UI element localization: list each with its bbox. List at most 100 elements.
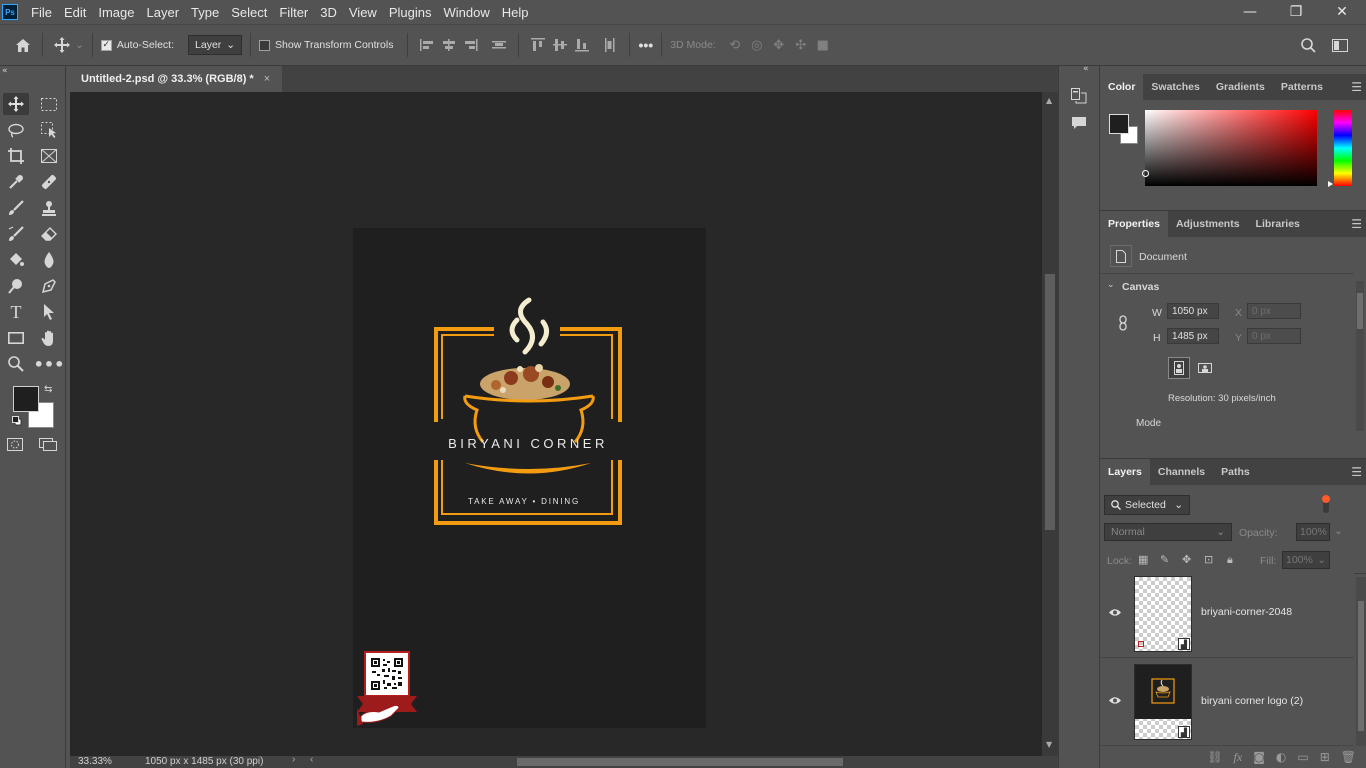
- 3d-scale-icon[interactable]: ■: [812, 34, 834, 56]
- history-panel-icon[interactable]: [1071, 88, 1087, 107]
- hue-slider-handle[interactable]: [1328, 181, 1333, 187]
- paint-bucket-tool-icon[interactable]: [3, 249, 29, 271]
- canvas-y-input[interactable]: 0 px: [1247, 328, 1301, 344]
- search-icon[interactable]: [1298, 35, 1318, 55]
- canvas-x-input[interactable]: 0 px: [1247, 303, 1301, 319]
- default-colors-icon[interactable]: [12, 416, 22, 426]
- marquee-tool-icon[interactable]: [36, 93, 62, 115]
- frame-tool-icon[interactable]: [36, 145, 62, 167]
- foreground-color-swatch[interactable]: [13, 386, 39, 412]
- menu-layer[interactable]: Layer: [141, 5, 186, 20]
- tab-swatches[interactable]: Swatches: [1143, 74, 1207, 100]
- adjustment-layer-icon[interactable]: ◐: [1276, 750, 1286, 764]
- lock-image-icon[interactable]: ✎: [1160, 553, 1169, 566]
- close-window-button[interactable]: ✕: [1319, 0, 1365, 24]
- tab-libraries[interactable]: Libraries: [1248, 211, 1308, 237]
- show-transform-checkbox[interactable]: [259, 39, 271, 51]
- dodge-tool-icon[interactable]: [3, 275, 29, 297]
- close-tab-icon[interactable]: ×: [264, 73, 270, 85]
- align-left-icon[interactable]: [416, 34, 438, 56]
- align-right-icon[interactable]: [460, 34, 482, 56]
- object-selection-tool-icon[interactable]: [36, 119, 62, 141]
- align-top-icon[interactable]: [527, 34, 549, 56]
- link-dimensions-icon[interactable]: [1118, 315, 1128, 331]
- chevron-down-icon[interactable]: ⌄: [1334, 525, 1343, 537]
- 3d-orbit-icon[interactable]: ⟲: [724, 34, 746, 56]
- path-selection-tool-icon[interactable]: [36, 301, 62, 323]
- fill-input[interactable]: 100% ⌄: [1282, 551, 1330, 569]
- menu-view[interactable]: View: [343, 5, 383, 20]
- workspace-icon[interactable]: [1329, 35, 1353, 55]
- tab-paths[interactable]: Paths: [1213, 459, 1258, 485]
- restore-button[interactable]: ❐: [1273, 0, 1319, 24]
- more-options-icon[interactable]: •••: [638, 37, 653, 53]
- delete-layer-icon[interactable]: 🗑︎: [1341, 750, 1356, 764]
- menu-image[interactable]: Image: [92, 5, 140, 20]
- layer-row[interactable]: ▟ briyani-corner-2048: [1100, 570, 1354, 658]
- expand-panels-icon[interactable]: «: [1083, 64, 1089, 74]
- menu-window[interactable]: Window: [437, 5, 495, 20]
- eraser-tool-icon[interactable]: [36, 223, 62, 245]
- landscape-orientation-button[interactable]: [1194, 357, 1216, 379]
- align-bottom-icon[interactable]: [571, 34, 593, 56]
- distribute-vertical-icon[interactable]: [488, 34, 510, 56]
- scroll-up-icon[interactable]: ▲: [1046, 96, 1052, 105]
- move-tool-preset-icon[interactable]: [51, 34, 73, 56]
- layers-scrollbar[interactable]: [1356, 577, 1366, 747]
- visibility-eye-icon[interactable]: [1108, 606, 1122, 620]
- tab-adjustments[interactable]: Adjustments: [1168, 211, 1248, 237]
- opacity-input[interactable]: 100%: [1296, 523, 1330, 541]
- blend-mode-dropdown[interactable]: Normal ⌄: [1104, 523, 1232, 541]
- zoom-tool-icon[interactable]: [3, 353, 29, 375]
- zoom-level[interactable]: 33.33%: [78, 756, 112, 767]
- document-tab[interactable]: Untitled-2.psd @ 33.3% (RGB/8) * ×: [70, 66, 282, 92]
- menu-plugins[interactable]: Plugins: [383, 5, 438, 20]
- tab-gradients[interactable]: Gradients: [1208, 74, 1273, 100]
- layer-row[interactable]: ▟ biryani corner logo (2): [1100, 658, 1354, 746]
- layer-name[interactable]: briyani-corner-2048: [1201, 606, 1292, 618]
- color-picker-handle[interactable]: [1142, 170, 1149, 177]
- menu-filter[interactable]: Filter: [273, 5, 314, 20]
- tab-color[interactable]: Color: [1100, 74, 1144, 100]
- canvas-width-input[interactable]: 1050 px: [1167, 303, 1219, 319]
- color-field[interactable]: [1142, 110, 1317, 186]
- panel-menu-icon[interactable]: ☰: [1351, 465, 1362, 479]
- lock-all-icon[interactable]: 🔒︎: [1227, 553, 1233, 567]
- visibility-eye-icon[interactable]: [1108, 694, 1122, 708]
- blur-tool-icon[interactable]: [36, 249, 62, 271]
- clone-stamp-tool-icon[interactable]: [36, 197, 62, 219]
- move-tool-icon[interactable]: [3, 93, 29, 115]
- tab-properties[interactable]: Properties: [1100, 211, 1168, 237]
- layer-filter-dropdown[interactable]: Selected ⌄: [1104, 495, 1190, 515]
- new-layer-icon[interactable]: ⊞: [1320, 750, 1330, 764]
- brush-tool-icon[interactable]: [3, 197, 29, 219]
- canvas-height-input[interactable]: 1485 px: [1167, 328, 1219, 344]
- 3d-roll-icon[interactable]: ◎: [746, 34, 768, 56]
- chevron-down-icon[interactable]: ⌄: [75, 39, 84, 51]
- align-center-icon[interactable]: [438, 34, 460, 56]
- color-panel-fg-swatch[interactable]: [1109, 114, 1129, 134]
- panel-menu-icon[interactable]: ☰: [1351, 217, 1362, 231]
- history-brush-tool-icon[interactable]: [3, 223, 29, 245]
- document-canvas[interactable]: BIRYANI CORNER TAKE AWAY • DINING: [353, 228, 706, 728]
- hue-slider[interactable]: [1334, 110, 1352, 186]
- lock-transparency-icon[interactable]: ▦: [1138, 553, 1148, 566]
- comments-panel-icon[interactable]: [1071, 116, 1087, 133]
- edit-toolbar-icon[interactable]: •••: [34, 353, 65, 375]
- lasso-tool-icon[interactable]: [3, 119, 29, 141]
- properties-scrollbar[interactable]: [1356, 281, 1364, 431]
- scroll-down-icon[interactable]: ▼: [1046, 740, 1052, 749]
- healing-brush-tool-icon[interactable]: [36, 171, 62, 193]
- tab-channels[interactable]: Channels: [1150, 459, 1213, 485]
- align-middle-icon[interactable]: [549, 34, 571, 56]
- chevron-down-icon[interactable]: ⌄: [1107, 280, 1115, 290]
- horizontal-scroll-thumb[interactable]: [517, 758, 843, 766]
- crop-tool-icon[interactable]: [3, 145, 29, 167]
- filter-toggle[interactable]: [1322, 495, 1330, 513]
- collapse-toolbar-icon[interactable]: «: [2, 66, 8, 76]
- distribute-horizontal-icon[interactable]: [599, 34, 621, 56]
- minimize-button[interactable]: —: [1227, 0, 1273, 24]
- scroll-left-icon[interactable]: ‹: [310, 754, 313, 765]
- tab-layers[interactable]: Layers: [1100, 459, 1150, 485]
- vertical-scroll-thumb[interactable]: [1045, 274, 1055, 530]
